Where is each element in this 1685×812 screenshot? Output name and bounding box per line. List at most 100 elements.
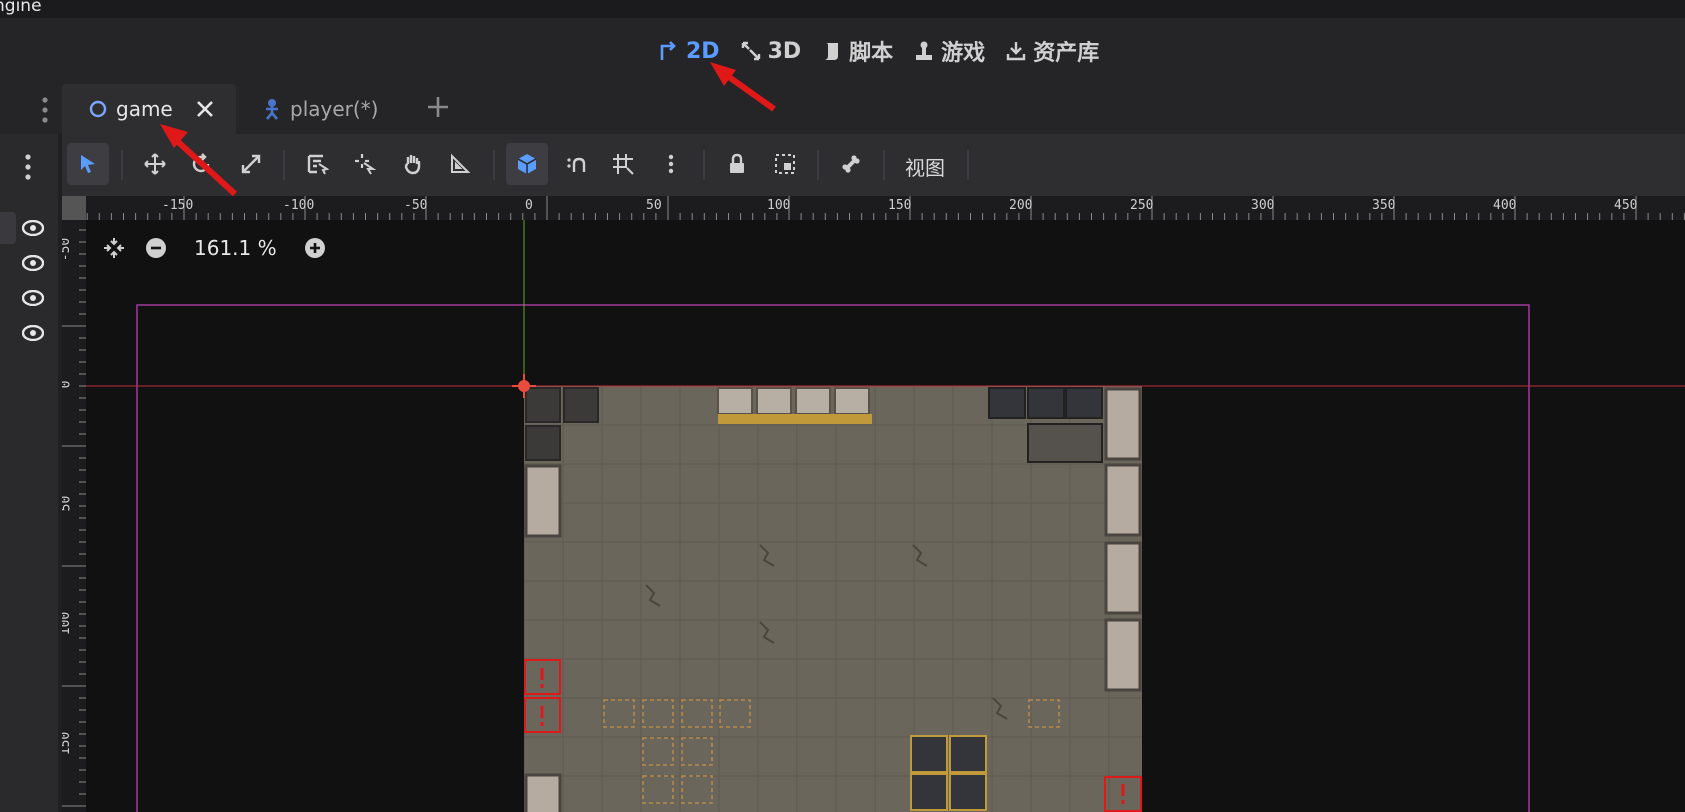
group-button[interactable] [764, 143, 806, 185]
select-mode-button[interactable] [67, 143, 109, 185]
selected-node-indicator [0, 212, 16, 244]
ruler-label: 100 [62, 611, 74, 636]
toolbar-separator [493, 150, 495, 180]
lock-icon [730, 153, 744, 173]
scene-tab-player[interactable]: player(*) [262, 84, 378, 134]
grid-snap-button[interactable] [602, 143, 644, 185]
toolbar-separator [967, 150, 969, 180]
scene-tab-player-label: player(*) [290, 97, 379, 121]
ruler-label: 250 [1130, 198, 1154, 213]
pivot-icon [355, 154, 377, 175]
rotate-mode-button[interactable] [180, 143, 222, 185]
more-snap-options-button[interactable] [650, 143, 692, 185]
bone-icon [842, 155, 860, 173]
ruler-label: 0 [525, 198, 533, 213]
menu-script-button[interactable]: 脚本 [821, 35, 893, 67]
ruler-label: -150 [162, 198, 194, 213]
grid-snap-icon [613, 154, 634, 175]
scene-tab-game-label: game [116, 97, 173, 121]
zoom-in-icon[interactable] [303, 236, 327, 260]
view-menu-button[interactable]: 视图 [905, 152, 945, 181]
move-icon [144, 153, 166, 175]
scene-tab-bar [0, 84, 1685, 134]
kebab-menu-icon [668, 154, 674, 174]
asset-library-icon [1006, 42, 1026, 61]
magnet-dots-icon [567, 157, 586, 172]
tab-menu-dots-icon[interactable] [40, 96, 50, 124]
snap-options-button[interactable] [556, 143, 598, 185]
scene-tab-game[interactable]: game [62, 84, 236, 134]
ruler-label: -50 [62, 237, 74, 262]
scale-mode-button[interactable] [230, 143, 272, 185]
snap-cube-icon [517, 154, 537, 174]
main-screen-menu: 2D 3D 脚本 游戏 资产库 [658, 34, 1099, 68]
toolbar-separator [283, 150, 285, 180]
lock-button[interactable] [716, 143, 758, 185]
menu-3d-button[interactable]: 3D [740, 38, 802, 64]
dock-menu-dots-icon[interactable] [23, 153, 33, 181]
ruler-label: 50 [646, 198, 662, 213]
zoom-reset-icon[interactable] [102, 236, 126, 260]
script-icon [825, 43, 839, 60]
horizontal-ruler[interactable]: -150 -100 -50 0 50 100 150 200 250 300 3… [62, 196, 1685, 220]
menu-2d-label: 2D [686, 38, 720, 64]
3d-icon [741, 41, 760, 61]
ruler-label: 100 [767, 198, 791, 213]
menu-3d-label: 3D [767, 38, 802, 64]
visibility-eye-icon[interactable] [22, 325, 44, 341]
scene-canvas[interactable] [62, 196, 1685, 812]
pivot-mode-button[interactable] [344, 143, 386, 185]
list-select-button[interactable] [296, 143, 338, 185]
move-mode-button[interactable] [134, 143, 176, 185]
ruler-label: 50 [62, 495, 74, 512]
visibility-eye-icon[interactable] [22, 290, 44, 306]
ruler-corner [62, 196, 86, 220]
node-circle-icon [89, 100, 107, 118]
ruler-triangle-icon [451, 153, 471, 173]
game-icon [916, 41, 933, 60]
menu-asset-library-label: 资产库 [1033, 41, 1100, 66]
list-select-icon [307, 154, 329, 175]
app-title: ngine [0, 0, 42, 16]
visibility-eye-icon[interactable] [22, 255, 44, 271]
group-icon [775, 154, 795, 174]
2d-icon [660, 41, 676, 60]
ruler-mode-button[interactable] [439, 143, 481, 185]
ruler-label: 350 [1372, 198, 1396, 213]
smart-snap-button[interactable] [506, 143, 548, 185]
title-bar: ngine [0, 0, 1685, 18]
vertical-ruler[interactable]: -50 0 50 100 150 [62, 196, 86, 812]
visibility-eye-icon[interactable] [22, 220, 44, 236]
ruler-label: 150 [62, 731, 74, 756]
canvas-viewport[interactable] [62, 196, 1685, 812]
rotate-icon [192, 153, 210, 173]
ruler-label: -50 [404, 198, 428, 213]
scale-icon [241, 154, 261, 174]
pan-mode-button[interactable] [392, 143, 434, 185]
ruler-label: 400 [1493, 198, 1517, 213]
zoom-controls: 161.1 % [102, 236, 327, 260]
close-icon[interactable] [195, 99, 215, 119]
menu-game-button[interactable]: 游戏 [913, 35, 985, 67]
add-tab-icon[interactable] [426, 95, 450, 119]
toolbar-separator [703, 150, 705, 180]
menu-asset-library-button[interactable]: 资产库 [1005, 35, 1099, 67]
ruler-label: 150 [888, 198, 912, 213]
ruler-label: 300 [1251, 198, 1275, 213]
zoom-level[interactable]: 161.1 % [194, 236, 277, 260]
character-icon [266, 99, 278, 120]
ruler-label: -100 [283, 198, 315, 213]
menu-game-label: 游戏 [941, 41, 986, 66]
ruler-label: 200 [1009, 198, 1033, 213]
computer-terminals [717, 387, 872, 424]
hand-icon [404, 155, 421, 175]
toolbar-separator [883, 150, 885, 180]
toolbar-separator [817, 150, 819, 180]
ruler-label: 0 [62, 381, 73, 389]
menu-script-label: 脚本 [849, 41, 894, 66]
skeleton-button[interactable] [830, 143, 872, 185]
toolbar-separator [121, 150, 123, 180]
zoom-out-icon[interactable] [144, 236, 168, 260]
pointer-icon [81, 155, 95, 173]
menu-2d-button[interactable]: 2D [658, 39, 720, 64]
